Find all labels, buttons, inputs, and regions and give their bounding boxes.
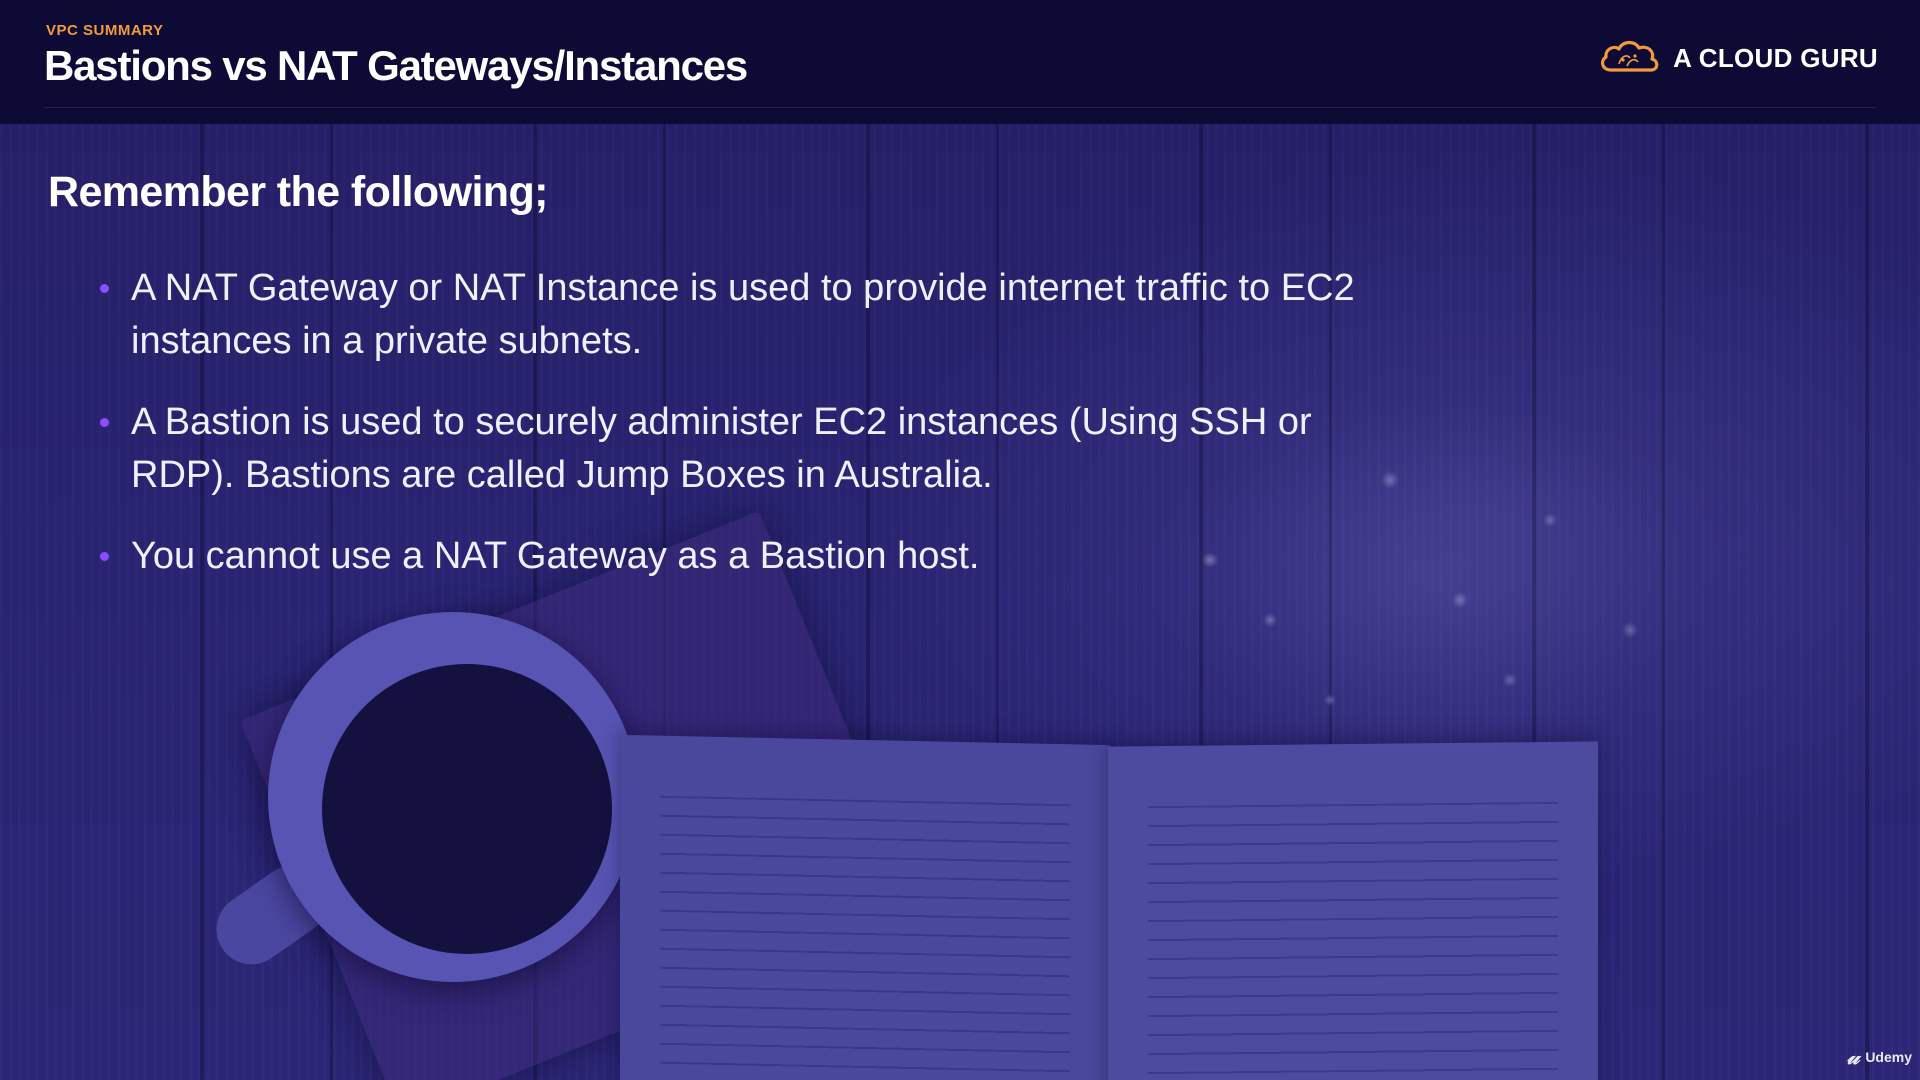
udemy-logo-icon: 𝓊 — [1846, 1044, 1860, 1070]
header-divider — [44, 107, 1876, 108]
brand: A CLOUD GURU — [1597, 36, 1878, 80]
coffee-decoration — [322, 664, 612, 954]
book-left-page — [620, 734, 1110, 1080]
section-label: VPC SUMMARY — [46, 22, 164, 39]
slide-title: Bastions vs NAT Gateways/Instances — [44, 42, 748, 89]
header-bar: VPC SUMMARY Bastions vs NAT Gateways/Ins… — [0, 0, 1920, 124]
cloud-logo-icon — [1597, 36, 1661, 80]
bullet-item: A NAT Gateway or NAT Instance is used to… — [96, 262, 1366, 368]
bullet-dot-icon — [100, 418, 109, 427]
book-right-page — [1108, 741, 1598, 1080]
udemy-watermark: 𝓊 Udemy — [1847, 1044, 1912, 1070]
bullet-dot-icon — [100, 284, 109, 293]
bullet-text: A NAT Gateway or NAT Instance is used to… — [131, 267, 1355, 362]
bullet-text: You cannot use a NAT Gateway as a Bastio… — [131, 535, 980, 577]
udemy-label: Udemy — [1865, 1049, 1912, 1065]
brand-name: A CLOUD GURU — [1673, 42, 1878, 73]
bullet-text: A Bastion is used to securely administer… — [131, 401, 1312, 496]
book-text-lines — [1148, 801, 1558, 1080]
slide: VPC SUMMARY Bastions vs NAT Gateways/Ins… — [0, 0, 1920, 1080]
bullet-item: A Bastion is used to securely administer… — [96, 396, 1366, 502]
book-text-lines — [660, 795, 1070, 1080]
subheading: Remember the following; — [48, 168, 548, 216]
bullet-dot-icon — [100, 552, 109, 561]
bullet-item: You cannot use a NAT Gateway as a Bastio… — [96, 530, 1366, 583]
bullet-list: A NAT Gateway or NAT Instance is used to… — [96, 262, 1366, 611]
